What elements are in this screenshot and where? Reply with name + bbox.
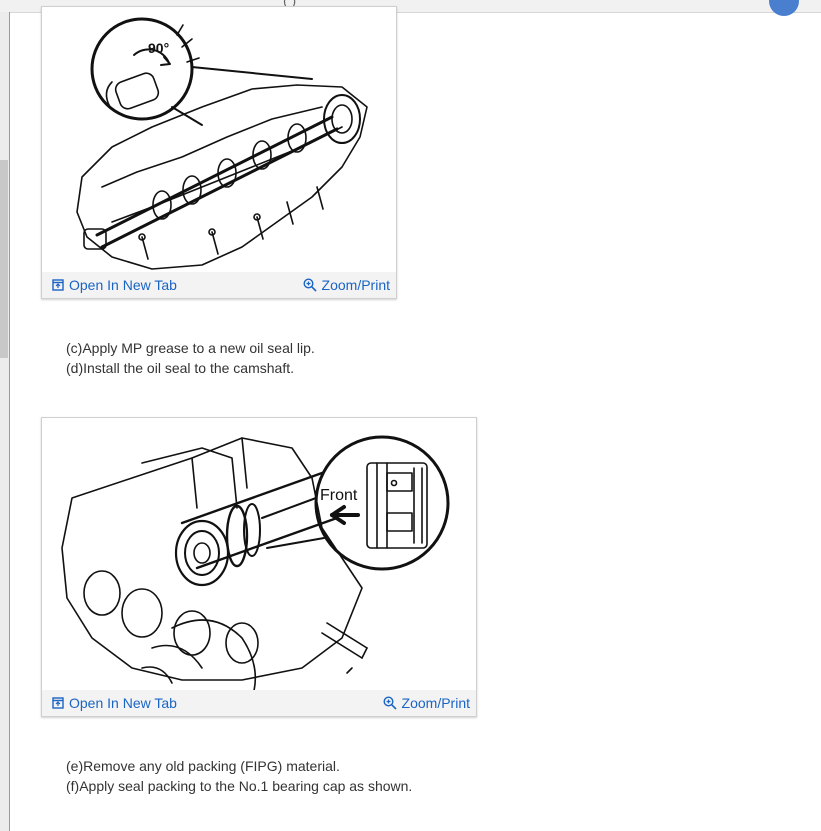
step-text: (f)Apply seal packing to the No.1 bearin… [66, 778, 413, 794]
zoom-print-label: Zoom/Print [401, 695, 470, 711]
step-text: (c)Apply MP grease to a new oil seal lip… [66, 340, 315, 356]
left-scroll-rail[interactable] [0, 12, 10, 831]
angle-label: 90° [148, 40, 169, 56]
front-label: Front [320, 487, 358, 504]
figure-camshaft-90: 90° Open In New Tab Zoom/Print [41, 6, 397, 299]
zoom-print-link[interactable]: Zoom/Print [383, 695, 470, 711]
zoom-print-label: Zoom/Print [321, 277, 390, 293]
open-in-new-tab-label: Open In New Tab [69, 277, 177, 293]
step-text: (e)Remove any old packing (FIPG) materia… [66, 758, 340, 774]
open-in-new-tab-link[interactable]: Open In New Tab [52, 277, 177, 293]
step-text: (d)Install the oil seal to the camshaft. [66, 360, 294, 376]
scrollbar-thumb[interactable] [0, 160, 8, 358]
open-in-new-tab-label: Open In New Tab [69, 695, 177, 711]
zoom-in-icon [303, 278, 317, 292]
figure-toolbar: Open In New Tab Zoom/Print [42, 272, 396, 298]
steps-c-d: (c)Apply MP grease to a new oil seal lip… [66, 338, 315, 378]
open-new-tab-icon [52, 697, 64, 709]
camshaft-illustration: 90° [76, 17, 368, 270]
open-new-tab-icon [52, 279, 64, 291]
figure-toolbar: Open In New Tab Zoom/Print [42, 690, 476, 716]
oil-seal-illustration: Front [61, 435, 450, 690]
figure-oil-seal-front: Front Open In New Tab Zoom/Print [41, 417, 477, 717]
avatar[interactable] [769, 0, 799, 16]
zoom-in-icon [383, 696, 397, 710]
steps-e-f: (e)Remove any old packing (FIPG) materia… [66, 756, 412, 796]
open-in-new-tab-link[interactable]: Open In New Tab [52, 695, 177, 711]
zoom-print-link[interactable]: Zoom/Print [303, 277, 390, 293]
